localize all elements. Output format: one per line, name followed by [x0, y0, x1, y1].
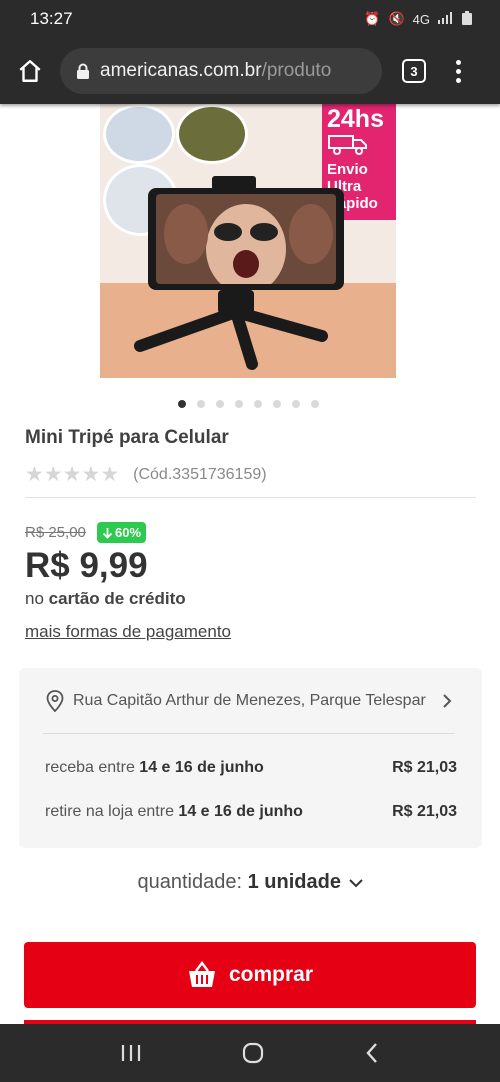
- status-bar: 13:27 ⏰ 🔇 4G: [0, 0, 500, 38]
- arrow-down-icon: [102, 527, 113, 539]
- carousel-dot[interactable]: [216, 400, 224, 408]
- divider: [25, 497, 476, 498]
- shipping-box: Rua Capitão Arthur de Menezes, Parque Te…: [19, 668, 482, 848]
- shipping-option-label: receba entre 14 e 16 de junho: [45, 759, 264, 777]
- address-text: Rua Capitão Arthur de Menezes, Parque Te…: [73, 692, 426, 709]
- chevron-right-icon: [443, 694, 452, 708]
- home-icon: [19, 60, 41, 82]
- quantity-value: 1 unidade: [247, 871, 341, 893]
- old-price: R$ 25,00: [25, 524, 86, 541]
- payment-method: cartão de crédito: [48, 589, 186, 608]
- dot-icon: [456, 68, 461, 74]
- star-icon: ★: [25, 463, 44, 486]
- system-nav-bar: [0, 1024, 500, 1082]
- shipping-option-pickup: retire na loja entre 14 e 16 de junho R$…: [45, 803, 457, 821]
- carousel-dot[interactable]: [235, 400, 243, 408]
- dot-icon: [456, 77, 461, 83]
- payment-prefix: no: [25, 589, 44, 608]
- carousel-dot[interactable]: [273, 400, 281, 408]
- star-icon: ★: [62, 463, 82, 486]
- carousel-dot[interactable]: [292, 400, 300, 408]
- shipping-prefix: retire na loja entre: [45, 803, 174, 820]
- more-options-button[interactable]: [456, 59, 461, 83]
- carousel-dot[interactable]: [254, 400, 262, 408]
- carousel-dot[interactable]: [197, 400, 205, 408]
- star-icon: ★: [81, 463, 101, 486]
- more-payments-link[interactable]: mais formas de pagamento: [25, 622, 231, 642]
- payment-info: no cartão de crédito: [25, 589, 186, 609]
- home-circle-icon[interactable]: [241, 1041, 265, 1065]
- chevron-down-icon: [348, 879, 363, 888]
- recent-apps-icon[interactable]: [120, 1043, 142, 1063]
- product-image[interactable]: 24hs Envio Ultra Rápido: [100, 104, 396, 378]
- url-host: americanas.com.br: [100, 60, 262, 81]
- mute-icon: 🔇: [388, 11, 405, 26]
- shipping-option-delivery: receba entre 14 e 16 de junho R$ 21,03: [45, 759, 457, 777]
- buy-button-label: comprar: [228, 963, 314, 986]
- shipping-prefix: receba entre: [45, 759, 135, 776]
- url-path: /produto: [261, 60, 332, 81]
- carousel-dot[interactable]: [311, 400, 319, 408]
- divider: [43, 733, 455, 734]
- basket-icon: [188, 961, 215, 987]
- tab-switcher-button[interactable]: 3: [402, 59, 426, 83]
- quantity-label: quantidade:: [137, 871, 243, 893]
- home-button[interactable]: [14, 55, 46, 87]
- shipping-dates: 14 e 16 de junho: [178, 803, 303, 820]
- star-icon: ★: [100, 463, 120, 486]
- location-pin-icon: [46, 690, 64, 712]
- signal-icon: [438, 11, 454, 27]
- carousel-dot[interactable]: [178, 400, 186, 408]
- rating-stars: ★★★★★: [25, 462, 119, 487]
- network-type: 4G: [412, 11, 430, 27]
- shipping-option-label: retire na loja entre 14 e 16 de junho: [45, 803, 303, 821]
- discount-value: 60%: [115, 525, 142, 540]
- shipping-price: R$ 21,03: [392, 759, 457, 776]
- carousel-dots: [178, 400, 319, 408]
- address-selector[interactable]: Rua Capitão Arthur de Menezes, Parque Te…: [45, 690, 463, 712]
- back-icon[interactable]: [364, 1042, 380, 1064]
- lock-icon: [77, 63, 89, 79]
- browser-toolbar: americanas.com.br/produto 3: [0, 38, 500, 104]
- shipping-price: R$ 21,03: [392, 803, 457, 820]
- product-title: Mini Tripé para Celular: [25, 427, 229, 448]
- product-rating[interactable]: ★★★★★ (Cód.3351736159): [25, 462, 267, 487]
- alarm-icon: ⏰: [364, 11, 381, 26]
- quantity-selector[interactable]: quantidade: 1 unidade: [0, 871, 500, 894]
- tripod-icon: [134, 176, 328, 370]
- dot-icon: [456, 59, 461, 65]
- status-icons: ⏰ 🔇 4G: [364, 10, 472, 28]
- product-code: (Cód.3351736159): [133, 465, 267, 483]
- star-icon: ★: [43, 463, 63, 486]
- current-price: R$ 9,99: [25, 546, 148, 585]
- discount-badge: 60%: [97, 522, 147, 543]
- url-bar[interactable]: americanas.com.br/produto: [60, 48, 382, 94]
- buy-button[interactable]: comprar: [24, 942, 476, 1008]
- shipping-dates: 14 e 16 de junho: [139, 759, 264, 776]
- status-time: 13:27: [30, 9, 73, 28]
- battery-icon: [462, 10, 472, 28]
